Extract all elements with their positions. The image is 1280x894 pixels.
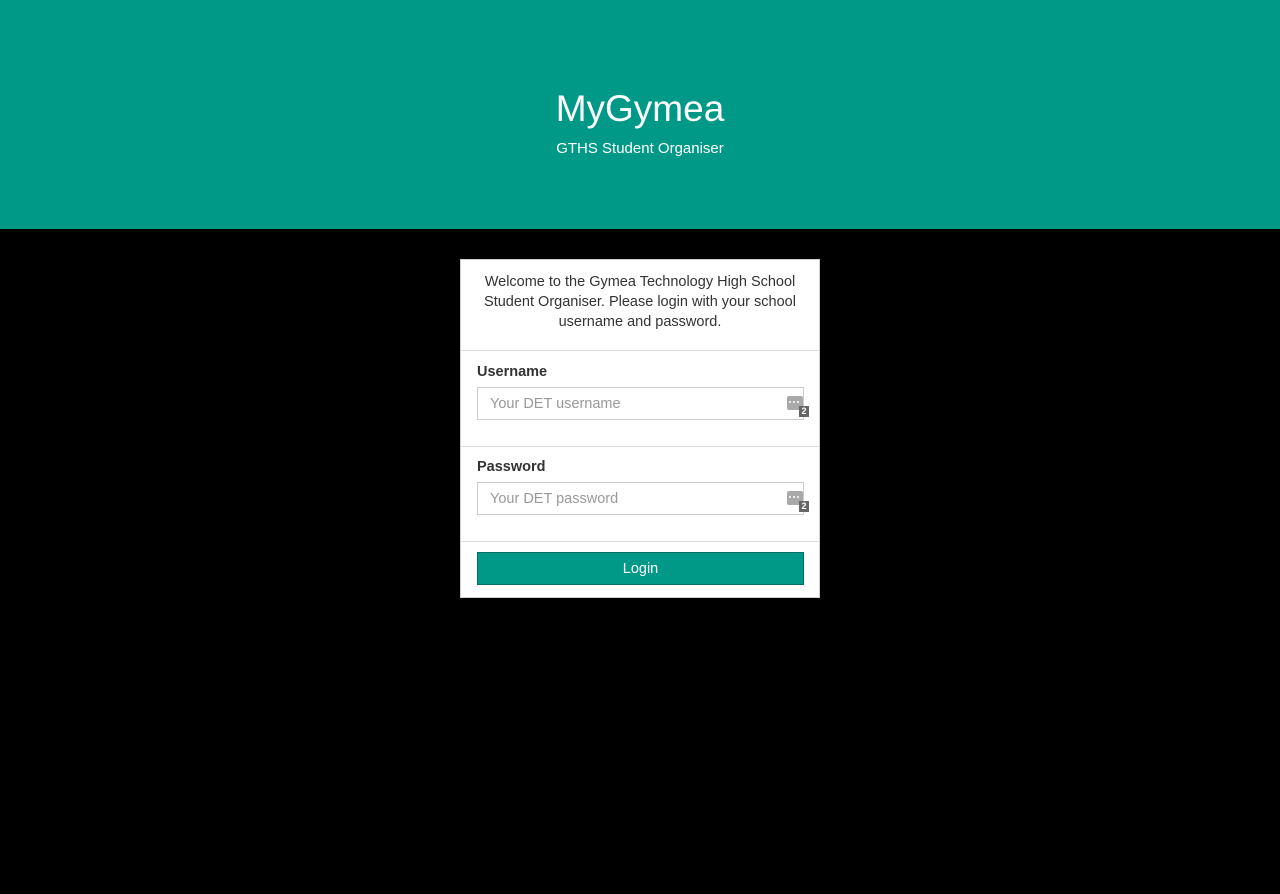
username-input[interactable] [477,387,804,420]
password-manager-badge: 2 [799,501,809,512]
app-header: MyGymea GTHS Student Organiser [0,0,1280,229]
password-section: Password 2 [461,447,819,542]
username-section: Username 2 [461,352,819,447]
login-card: Welcome to the Gymea Technology High Sch… [460,259,820,598]
app-subtitle: GTHS Student Organiser [556,140,724,157]
login-button[interactable]: Login [477,552,804,585]
welcome-message: Welcome to the Gymea Technology High Sch… [461,260,819,351]
app-title: MyGymea [555,88,725,129]
password-label: Password [477,459,546,475]
password-input[interactable] [477,482,804,515]
login-actions: Login [461,542,819,597]
username-label: Username [477,364,548,380]
password-manager-badge: 2 [799,406,809,417]
